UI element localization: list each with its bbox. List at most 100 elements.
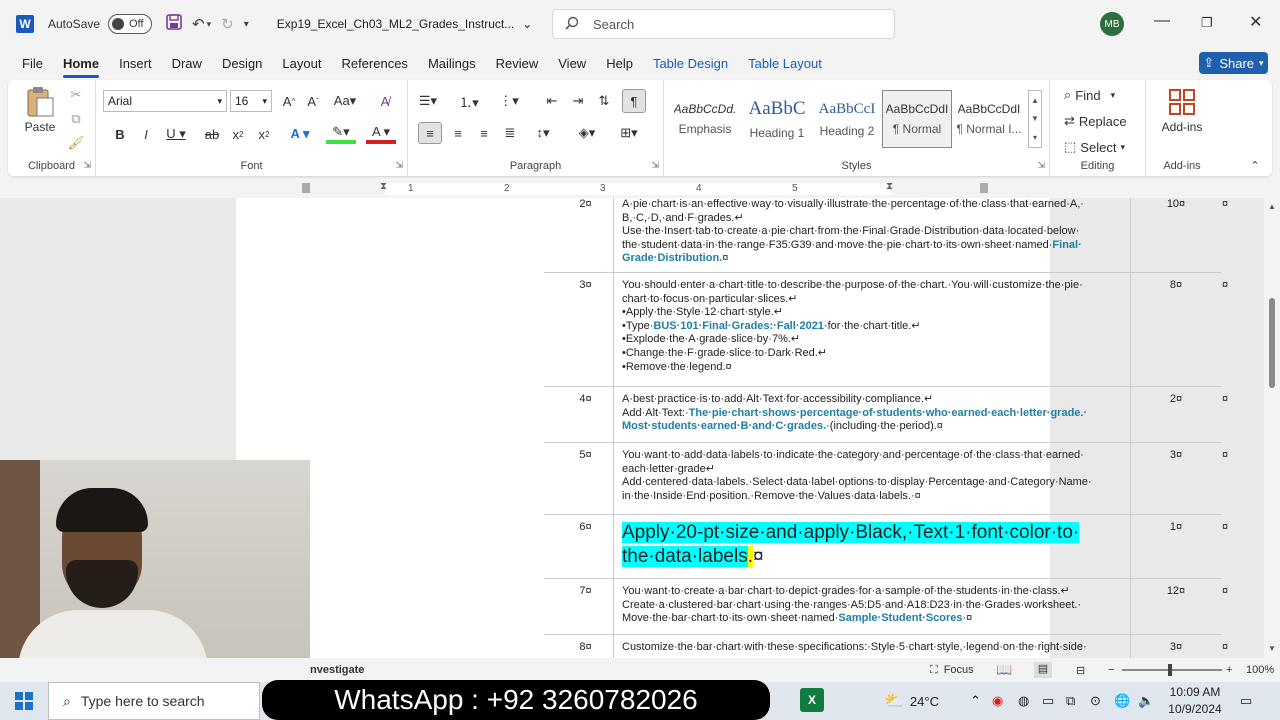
styles-scroll[interactable]: ▲ ▼ ▾ — [1028, 90, 1042, 148]
table-row[interactable]: 7¤ You·want·to·create·a·bar·chart·to·depi… — [544, 578, 1228, 635]
style-heading-1[interactable]: AaBbC Heading 1 — [742, 90, 812, 148]
step-description[interactable]: You·want·to·add·data·labels·to·indicate·… — [614, 442, 1131, 514]
tray-app-icon[interactable]: ◍ — [1018, 682, 1029, 720]
table-row[interactable]: 2¤ A·pie·chart·is·an·effective·way·to·vis… — [544, 198, 1228, 273]
zoom-in-icon[interactable]: + — [1226, 664, 1232, 676]
zoom-slider-thumb[interactable] — [1168, 664, 1172, 676]
text-effects-icon[interactable]: A ▾ — [286, 124, 314, 144]
table-row[interactable]: 4¤ A·best·practice·is·to·add·Alt·Text·for… — [544, 386, 1228, 443]
clear-formatting-icon[interactable]: A̸ — [374, 91, 396, 111]
tab-table-layout[interactable]: Table Layout — [738, 50, 832, 78]
change-case-icon[interactable]: Aa▾ — [329, 91, 361, 111]
line-spacing-icon[interactable]: ↕▾ — [528, 123, 558, 143]
subscript-icon[interactable]: x2 — [228, 124, 248, 144]
close-icon[interactable]: ✕ — [1249, 12, 1262, 32]
tab-review[interactable]: Review — [486, 50, 549, 78]
redo-icon[interactable]: ↻ — [221, 15, 234, 33]
step-description[interactable]: Customize·the·bar·chart·with·these·speci… — [614, 634, 1131, 658]
column-marker[interactable] — [302, 183, 310, 193]
styles-launcher-icon[interactable]: ⇲ — [1037, 160, 1045, 171]
shrink-font-icon[interactable]: Aˇ — [302, 91, 324, 111]
scroll-up-icon[interactable]: ▲ — [1268, 202, 1276, 211]
print-layout-icon[interactable]: ▤ — [1034, 662, 1052, 678]
clipboard-launcher-icon[interactable]: ⇲ — [83, 160, 91, 171]
taskbar-search[interactable]: ⌕ Type here to search — [48, 682, 260, 720]
undo-icon[interactable]: ↶ — [192, 15, 205, 33]
tab-design[interactable]: Design — [212, 50, 272, 78]
select-button[interactable]: ⬚ Select ▾ — [1064, 138, 1140, 156]
show-hide-marks-icon[interactable]: ¶ — [622, 89, 646, 113]
italic-icon[interactable]: I — [136, 124, 156, 144]
indent-marker[interactable]: ⧗ — [380, 181, 387, 192]
paste-icon[interactable] — [22, 86, 58, 118]
format-painter-icon[interactable]: 🖌 — [66, 134, 86, 152]
vertical-scrollbar[interactable]: ▲ ▼ — [1264, 198, 1280, 658]
save-icon[interactable] — [166, 13, 182, 35]
tab-table-design[interactable]: Table Design — [643, 50, 738, 78]
tab-home[interactable]: Home — [53, 50, 109, 78]
tab-help[interactable]: Help — [596, 50, 643, 78]
superscript-icon[interactable]: x2 — [254, 124, 274, 144]
font-size-select[interactable]: 16 ▾ — [230, 90, 272, 112]
copy-icon[interactable]: ⧉ — [66, 110, 86, 128]
paste-label[interactable]: Paste — [22, 120, 58, 134]
replace-button[interactable]: ⇄ Replace — [1064, 112, 1140, 130]
clock[interactable]: 10:09 AM 10/9/2024 — [1160, 684, 1230, 718]
excel-taskbar-icon[interactable]: X — [800, 688, 824, 712]
tab-insert[interactable]: Insert — [109, 50, 162, 78]
tab-mailings[interactable]: Mailings — [418, 50, 486, 78]
zoom-level[interactable]: 100% — [1246, 664, 1274, 676]
underline-icon[interactable]: U ▾ — [162, 124, 190, 144]
zoom-slider[interactable] — [1122, 669, 1222, 671]
font-family-select[interactable]: Arial ▾ — [103, 90, 227, 112]
step-description[interactable]: You·want·to·create·a·bar·chart·to·depict… — [614, 578, 1131, 634]
document-page[interactable]: 2¤ A·pie·chart·is·an·effective·way·to·vis… — [236, 198, 1228, 658]
minimize-icon[interactable]: — — [1154, 12, 1170, 30]
notifications-icon[interactable]: ▭ — [1240, 682, 1252, 720]
tray-window-icon[interactable]: ⧉ — [1066, 682, 1075, 720]
addins-label[interactable]: Add-ins — [1146, 120, 1218, 134]
step-description[interactable]: You·should·enter·a·chart·title·to·descri… — [614, 272, 1131, 386]
style-emphasis[interactable]: AaBbCcDd. Emphasis — [670, 90, 740, 148]
collapse-ribbon-icon[interactable]: ⌃ — [1248, 158, 1262, 172]
style-heading-2[interactable]: AaBbCcI Heading 2 — [812, 90, 882, 148]
windows-start-icon[interactable] — [0, 682, 48, 720]
borders-icon[interactable]: ⊞▾ — [614, 123, 644, 143]
sort-icon[interactable]: ⇅ — [594, 91, 614, 111]
battery-icon[interactable]: ▭ — [1042, 682, 1054, 720]
scroll-down-icon[interactable]: ▼ — [1268, 644, 1276, 653]
language-icon[interactable]: 🌐 — [1114, 682, 1130, 720]
avatar[interactable]: MB — [1100, 12, 1124, 36]
more-styles-icon[interactable]: ▾ — [1033, 133, 1037, 142]
style-normal[interactable]: AaBbCcDdI ¶ Normal — [882, 90, 952, 148]
find-button[interactable]: ⌕ Find ▾ — [1064, 86, 1136, 104]
zoom-out-icon[interactable]: − — [1108, 664, 1114, 676]
search-input[interactable]: Search — [552, 9, 895, 39]
align-center-icon[interactable]: ≡ — [448, 123, 468, 143]
volume-icon[interactable]: 🔈 — [1138, 682, 1154, 720]
tab-draw[interactable]: Draw — [162, 50, 212, 78]
highlight-icon[interactable]: ✎▾ — [326, 124, 356, 144]
shading-icon[interactable]: ◈▾ — [572, 123, 602, 143]
bold-icon[interactable]: B — [110, 124, 130, 144]
tab-layout[interactable]: Layout — [272, 50, 331, 78]
tab-view[interactable]: View — [548, 50, 596, 78]
paragraph-launcher-icon[interactable]: ⇲ — [651, 160, 659, 171]
align-left-icon[interactable]: ≡ — [418, 122, 442, 144]
step-description[interactable]: A·best·practice·is·to·add·Alt·Text·for·a… — [614, 386, 1131, 442]
document-title[interactable]: Exp19_Excel_Ch03_ML2_Grades_Instruct... … — [277, 17, 533, 31]
cut-icon[interactable]: ✂ — [66, 86, 86, 104]
chevron-up-icon[interactable]: ⌃ — [970, 682, 981, 720]
step-description[interactable]: A·pie·chart·is·an·effective·way·to·visua… — [614, 198, 1131, 272]
decrease-indent-icon[interactable]: ⇤ — [542, 91, 562, 111]
autosave-toggle[interactable]: Off — [108, 14, 153, 34]
status-investigate[interactable]: nvestigate — [310, 664, 364, 676]
focus-button[interactable]: ⛶ Focus — [930, 664, 974, 677]
network-icon[interactable]: ⊙ — [1090, 682, 1101, 720]
weather-widget[interactable]: ⛅ 24°C — [884, 682, 939, 720]
font-launcher-icon[interactable]: ⇲ — [395, 160, 403, 171]
increase-indent-icon[interactable]: ⇥ — [568, 91, 588, 111]
scroll-thumb[interactable] — [1269, 298, 1275, 388]
strikethrough-icon[interactable]: ab — [202, 124, 222, 144]
table-row[interactable]: 8¤ Customize·the·bar·chart·with·these·spe… — [544, 634, 1228, 658]
